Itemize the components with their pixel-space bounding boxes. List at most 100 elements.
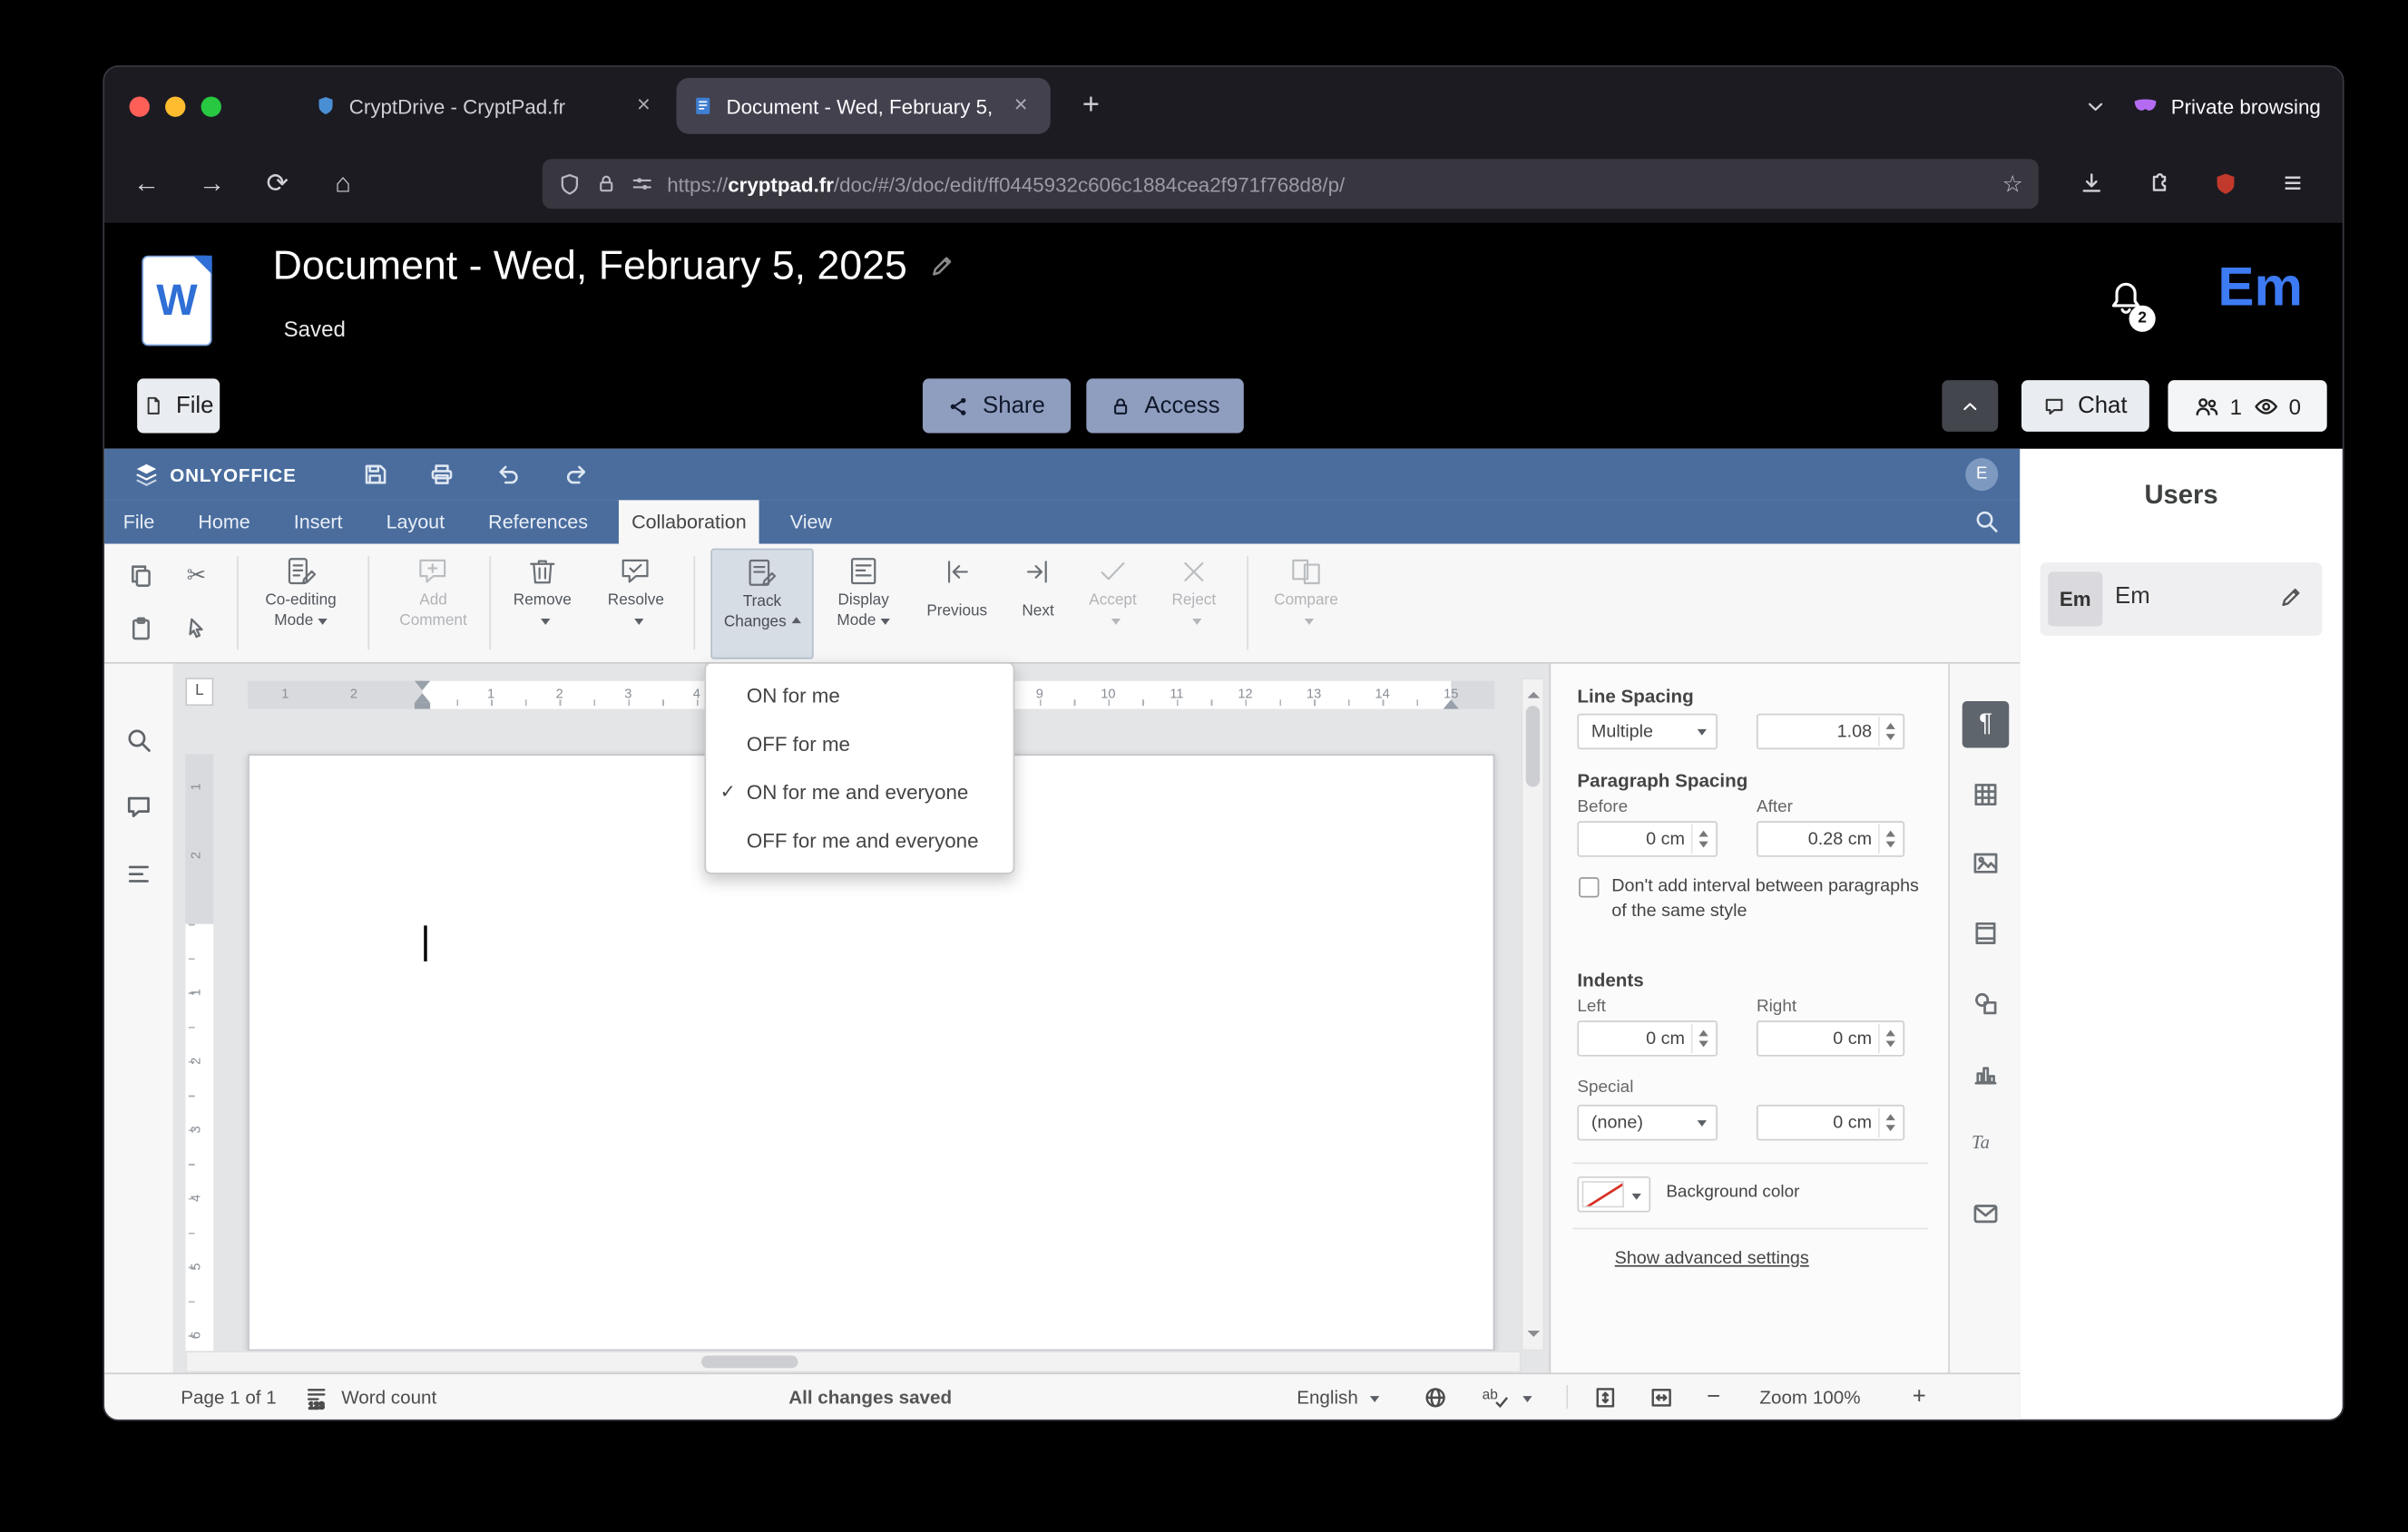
scroll-up-arrow[interactable] xyxy=(1527,686,1541,698)
paste-icon[interactable] xyxy=(122,610,159,647)
ublock-icon[interactable] xyxy=(2204,162,2247,206)
line-spacing-value[interactable]: 1.08 xyxy=(1756,713,1905,750)
interval-checkbox-label[interactable]: Don't add interval between paragraphs of… xyxy=(1611,874,1931,924)
extensions-puzzle-icon[interactable] xyxy=(2137,162,2180,206)
tab-stop-selector[interactable]: L xyxy=(185,678,214,707)
menu-item-on-for-me[interactable]: ON for me xyxy=(706,671,1013,719)
print-icon[interactable] xyxy=(429,461,455,487)
menu-collaboration[interactable]: Collaboration xyxy=(619,500,759,544)
fit-width-icon[interactable] xyxy=(1649,1374,1673,1420)
save-icon[interactable] xyxy=(362,461,388,487)
share-button[interactable]: Share xyxy=(922,378,1072,434)
interval-checkbox[interactable] xyxy=(1579,877,1600,898)
set-language-globe-icon[interactable] xyxy=(1423,1374,1447,1420)
redo-icon[interactable] xyxy=(563,461,590,487)
tab-close-icon[interactable]: × xyxy=(1007,92,1035,120)
track-changes-button[interactable]: Track Changes xyxy=(710,548,814,659)
vertical-scrollbar[interactable] xyxy=(1521,678,1545,1351)
menu-home[interactable]: Home xyxy=(186,500,263,543)
spinner-arrows[interactable] xyxy=(1690,1023,1715,1054)
word-count-button[interactable]: Word count xyxy=(341,1374,436,1420)
menu-file[interactable]: File xyxy=(111,500,167,543)
coediting-mode-button[interactable]: Co-editing Mode xyxy=(251,551,351,631)
file-button[interactable]: File xyxy=(137,378,220,434)
home-icon[interactable]: ⌂ xyxy=(321,162,365,206)
background-color-button[interactable] xyxy=(1577,1176,1651,1213)
left-indent-box[interactable] xyxy=(414,702,431,709)
paragraph-settings-icon[interactable]: ¶ xyxy=(1962,701,2010,748)
menu-view[interactable]: View xyxy=(778,500,845,543)
spinner-arrows[interactable] xyxy=(1690,824,1715,854)
fit-page-icon[interactable] xyxy=(1593,1374,1618,1420)
advanced-settings-link[interactable]: Show advanced settings xyxy=(1615,1250,1809,1269)
back-icon[interactable]: ← xyxy=(124,162,168,206)
resolve-button[interactable]: Resolve xyxy=(586,551,686,631)
downloads-icon[interactable] xyxy=(2070,162,2113,206)
window-maximize-button[interactable] xyxy=(201,95,221,116)
menu-insert[interactable]: Insert xyxy=(281,500,355,543)
indent-right-input[interactable]: 0 cm xyxy=(1756,1020,1905,1057)
chart-settings-icon[interactable] xyxy=(1969,1057,2003,1091)
bookmark-star-icon[interactable]: ☆ xyxy=(2002,170,2023,198)
cut-icon[interactable]: ✂ xyxy=(178,556,215,593)
spacing-after-input[interactable]: 0.28 cm xyxy=(1756,821,1905,857)
vertical-ruler[interactable]: 2 1 1 2 3 4 5 6 xyxy=(185,754,214,1351)
right-indent-marker[interactable] xyxy=(1443,692,1459,709)
copy-icon[interactable] xyxy=(122,556,159,593)
user-counts[interactable]: 1 0 xyxy=(2168,380,2327,432)
tab-close-icon[interactable]: × xyxy=(630,92,658,120)
display-mode-button[interactable]: Display Mode xyxy=(814,551,914,631)
forward-icon[interactable]: → xyxy=(191,162,234,206)
edit-name-pencil-icon[interactable] xyxy=(2278,584,2303,609)
language-selector[interactable]: English xyxy=(1297,1374,1380,1420)
user-list-item[interactable]: Em Em xyxy=(2040,562,2323,636)
word-count-icon[interactable]: 123 xyxy=(304,1374,328,1420)
tab-document[interactable]: Document - Wed, February 5, 2 × xyxy=(676,77,1051,134)
left-indent-marker[interactable] xyxy=(414,686,431,703)
scrollbar-thumb[interactable] xyxy=(701,1355,798,1369)
text-art-settings-icon[interactable]: Ta xyxy=(1969,1125,2003,1159)
rename-pencil-icon[interactable] xyxy=(929,252,955,278)
list-all-tabs-chevron-icon[interactable] xyxy=(2084,94,2108,118)
tab-cryptdrive[interactable]: CryptDrive - CryptPad.fr × xyxy=(299,78,673,134)
line-spacing-select[interactable]: Multiple xyxy=(1577,713,1718,750)
reload-icon[interactable]: ⟳ xyxy=(256,162,299,206)
special-select[interactable]: (none) xyxy=(1577,1104,1718,1141)
spinner-arrows[interactable] xyxy=(1877,1108,1902,1137)
menu-item-on-for-everyone[interactable]: ✓ ON for me and everyone xyxy=(706,768,1013,816)
access-button[interactable]: Access xyxy=(1086,378,1244,434)
zoom-level[interactable]: Zoom 100% xyxy=(1759,1374,1860,1420)
zoom-out-button[interactable]: − xyxy=(1707,1374,1720,1420)
menu-layout[interactable]: Layout xyxy=(374,500,457,543)
shape-settings-icon[interactable] xyxy=(1969,986,2003,1020)
url-text[interactable]: https://cryptpad.fr/doc/#/3/doc/edit/ff0… xyxy=(667,172,1988,196)
new-tab-button[interactable]: + xyxy=(1069,84,1112,128)
page-info[interactable]: Page 1 of 1 xyxy=(181,1374,276,1420)
mail-merge-settings-icon[interactable] xyxy=(1969,1196,2003,1231)
indent-left-input[interactable]: 0 cm xyxy=(1577,1020,1718,1057)
zoom-in-button[interactable]: + xyxy=(1913,1374,1926,1420)
collapse-toolbar-button[interactable] xyxy=(1942,380,1999,432)
scroll-down-arrow[interactable] xyxy=(1527,1331,1541,1343)
window-minimize-button[interactable] xyxy=(165,95,186,116)
remove-comments-button[interactable]: Remove xyxy=(493,551,592,631)
menu-references[interactable]: References xyxy=(475,500,600,543)
hamburger-menu-icon[interactable]: ≡ xyxy=(2271,162,2315,206)
editor-user-avatar[interactable]: E xyxy=(1965,458,1999,492)
image-settings-icon[interactable] xyxy=(1969,846,2003,881)
tracking-shield-icon[interactable] xyxy=(558,172,582,196)
comments-panel-icon[interactable] xyxy=(124,793,155,824)
menu-item-off-for-me[interactable]: OFF for me xyxy=(706,720,1013,768)
spinner-arrows[interactable] xyxy=(1877,717,1902,746)
spinner-arrows[interactable] xyxy=(1877,824,1902,854)
menu-item-off-for-everyone[interactable]: OFF for me and everyone xyxy=(706,816,1013,864)
window-close-button[interactable] xyxy=(129,95,150,116)
document-title[interactable]: Document - Wed, February 5, 2025 xyxy=(273,241,907,289)
editor-search-icon[interactable] xyxy=(1973,508,2000,534)
url-bar[interactable]: https://cryptpad.fr/doc/#/3/doc/edit/ff0… xyxy=(542,159,2039,210)
spinner-arrows[interactable] xyxy=(1877,1023,1902,1054)
select-all-icon[interactable] xyxy=(178,610,215,647)
special-value-input[interactable]: 0 cm xyxy=(1756,1104,1905,1141)
undo-icon[interactable] xyxy=(496,461,523,487)
horizontal-scrollbar[interactable] xyxy=(185,1351,1522,1373)
